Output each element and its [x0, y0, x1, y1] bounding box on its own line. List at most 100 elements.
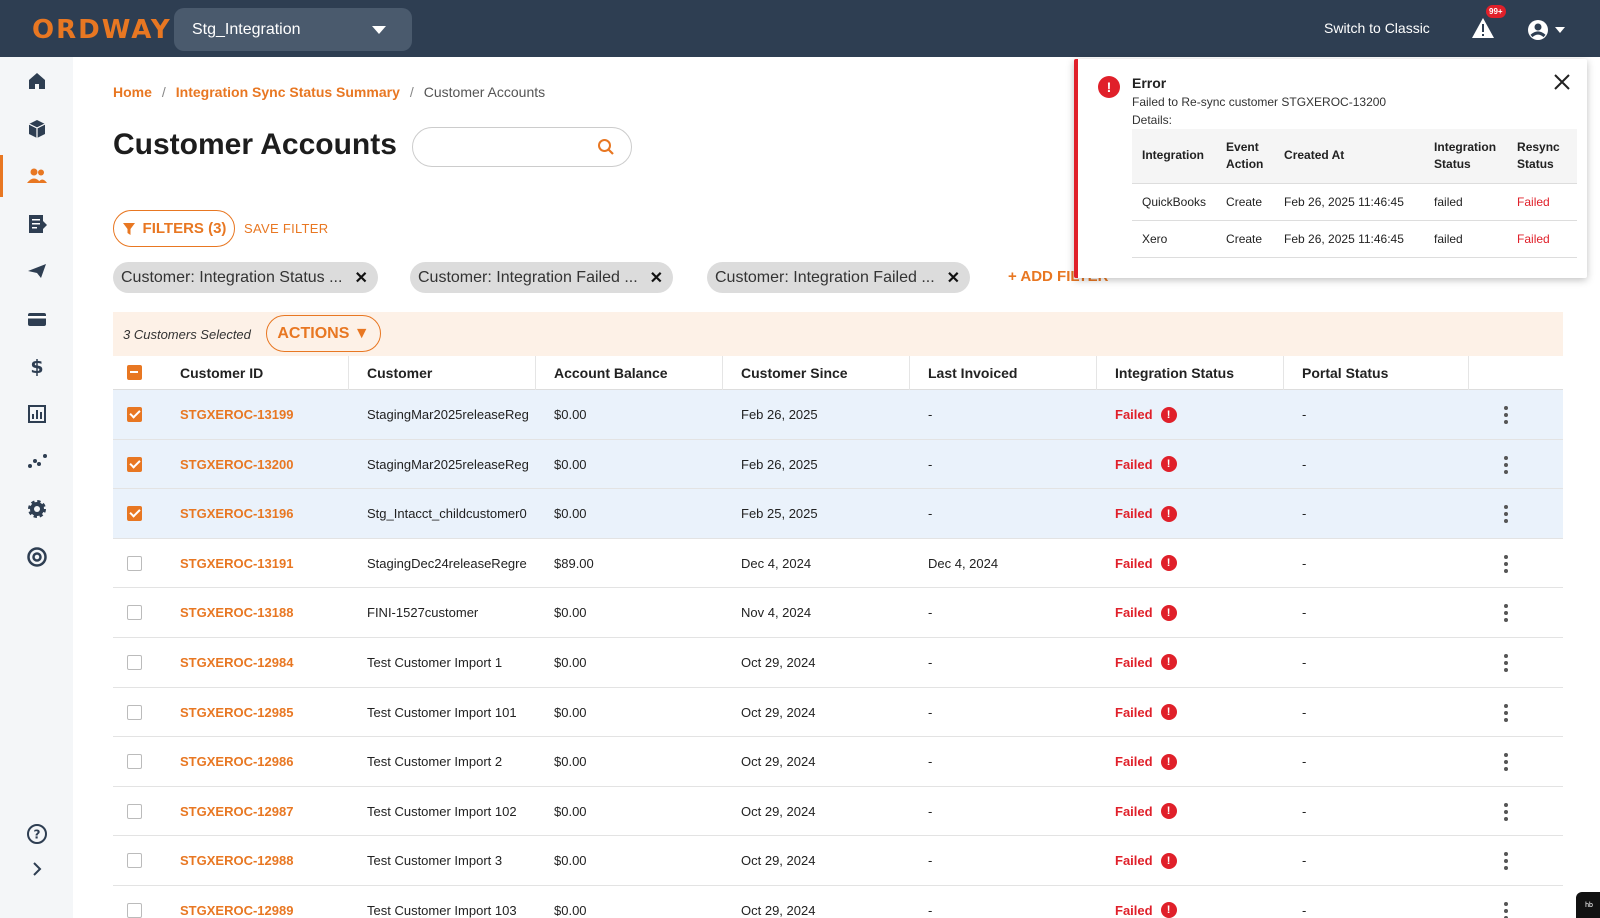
filter-chip[interactable]: Customer: Integration Failed ... ✕ [410, 262, 674, 293]
table-row[interactable]: STGXEROC-12986 Test Customer Import 2 $0.0… [113, 737, 1563, 787]
error-icon[interactable]: ! [1160, 803, 1177, 820]
error-icon[interactable]: ! [1160, 604, 1177, 621]
row-checkbox[interactable] [127, 605, 142, 621]
help-widget-button[interactable]: hb [1576, 892, 1600, 918]
table-row[interactable]: STGXEROC-13199 StagingMar2025releaseReg $0… [113, 390, 1563, 440]
more-options-icon[interactable] [1503, 653, 1509, 672]
search-input[interactable] [427, 137, 587, 153]
table-row[interactable]: STGXEROC-12984 Test Customer Import 1 $0.0… [113, 638, 1563, 688]
customer-id-link[interactable]: STGXEROC-12989 [162, 886, 349, 918]
customer-id-link[interactable]: STGXEROC-12986 [162, 737, 349, 786]
table-row[interactable]: STGXEROC-13200 StagingMar2025releaseReg $0… [113, 439, 1563, 490]
row-checkbox[interactable] [127, 555, 142, 571]
row-checkbox[interactable] [127, 654, 142, 670]
search-icon[interactable] [597, 138, 615, 156]
sidebar-item-products[interactable] [0, 108, 73, 150]
customer-id-link[interactable]: STGXEROC-12985 [162, 688, 349, 737]
filter-chip[interactable]: Customer: Integration Failed ... ✕ [707, 262, 971, 293]
error-icon[interactable]: ! [1160, 654, 1177, 671]
portal-status-text: - [1302, 704, 1307, 720]
more-options-icon[interactable] [1503, 455, 1509, 474]
error-icon[interactable]: ! [1160, 852, 1177, 869]
actions-button[interactable]: ACTIONS ▼ [266, 315, 381, 352]
close-icon[interactable]: ✕ [650, 268, 663, 288]
more-options-icon[interactable] [1503, 852, 1509, 871]
sidebar-item-send[interactable] [0, 250, 73, 292]
customer-id-link[interactable]: STGXEROC-12988 [162, 836, 349, 885]
sidebar-item-customers[interactable] [0, 155, 73, 197]
more-options-icon[interactable] [1503, 604, 1509, 623]
breadcrumb-sync-summary[interactable]: Integration Sync Status Summary [176, 84, 400, 100]
error-icon[interactable]: ! [1160, 902, 1177, 918]
row-checkbox[interactable] [127, 803, 142, 819]
integration-status: Failed! [1097, 539, 1284, 588]
sidebar-item-revenue[interactable]: $ [0, 345, 73, 387]
table-row[interactable]: STGXEROC-13191 StagingDec24releaseRegre $8… [113, 539, 1563, 589]
customer-id-link[interactable]: STGXEROC-13200 [162, 440, 349, 489]
more-options-icon[interactable] [1503, 901, 1509, 918]
sidebar-item-reports[interactable] [0, 393, 73, 435]
column-header-account-balance[interactable]: Account Balance [536, 356, 723, 390]
environment-select[interactable]: Stg_Integration [174, 8, 412, 51]
close-icon[interactable]: ✕ [354, 268, 367, 288]
error-icon[interactable]: ! [1160, 753, 1177, 770]
customer-id-link[interactable]: STGXEROC-13191 [162, 539, 349, 588]
customer-id-link[interactable]: STGXEROC-13188 [162, 588, 349, 637]
error-icon[interactable]: ! [1160, 505, 1177, 522]
error-icon[interactable]: ! [1160, 555, 1177, 572]
row-checkbox[interactable] [127, 902, 142, 918]
sidebar-item-analytics[interactable] [0, 440, 73, 482]
column-header-customer-id[interactable]: Customer ID [162, 356, 349, 390]
error-icon[interactable]: ! [1160, 456, 1177, 473]
row-checkbox[interactable] [127, 704, 142, 720]
table-row[interactable]: STGXEROC-12985 Test Customer Import 101 $0… [113, 688, 1563, 738]
column-header-portal-status[interactable]: Portal Status [1284, 356, 1469, 390]
column-header-last-invoiced[interactable]: Last Invoiced [910, 356, 1097, 390]
more-options-icon[interactable] [1503, 505, 1509, 524]
row-checkbox[interactable] [127, 407, 142, 422]
ordway-logo[interactable]: ORDWAY [32, 15, 172, 45]
more-options-icon[interactable] [1503, 703, 1509, 722]
customer-id-link[interactable]: STGXEROC-13199 [162, 390, 349, 439]
more-options-icon[interactable] [1503, 753, 1509, 772]
customer-id-link[interactable]: STGXEROC-12984 [162, 638, 349, 687]
switch-to-classic-link[interactable]: Switch to Classic [1324, 20, 1430, 36]
row-checkbox[interactable] [127, 754, 142, 770]
last-invoiced-text: - [928, 704, 933, 720]
more-options-icon[interactable] [1503, 554, 1509, 573]
more-options-icon[interactable] [1503, 802, 1509, 821]
column-header-integration-status[interactable]: Integration Status [1097, 356, 1284, 390]
sidebar-item-home[interactable] [0, 60, 73, 102]
table-row[interactable]: STGXEROC-13188 FINI-1527customer $0.00 Nov … [113, 588, 1563, 638]
customer-id-link[interactable]: STGXEROC-13196 [162, 489, 349, 538]
table-row[interactable]: STGXEROC-12987 Test Customer Import 102 $0… [113, 787, 1563, 837]
sidebar-item-support[interactable] [0, 536, 73, 578]
column-header-customer-since[interactable]: Customer Since [723, 356, 910, 390]
close-icon[interactable]: ✕ [947, 268, 960, 288]
sidebar-expand-button[interactable] [0, 848, 73, 890]
row-checkbox[interactable] [127, 506, 142, 522]
close-icon[interactable] [1553, 73, 1571, 91]
error-icon[interactable]: ! [1160, 406, 1177, 423]
row-checkbox[interactable] [127, 456, 142, 472]
save-filter-button[interactable]: SAVE FILTER [244, 221, 328, 236]
table-row[interactable]: STGXEROC-12988 Test Customer Import 3 $0.0… [113, 836, 1563, 886]
sidebar-item-payments[interactable] [0, 298, 73, 340]
column-header-customer[interactable]: Customer [349, 356, 536, 390]
sidebar-item-billing[interactable] [0, 203, 73, 245]
select-all-checkbox[interactable] [127, 365, 142, 380]
user-menu[interactable] [1527, 18, 1571, 42]
sidebar-item-settings[interactable] [0, 488, 73, 530]
filter-chip[interactable]: Customer: Integration Status ... ✕ [113, 262, 378, 293]
breadcrumb-home[interactable]: Home [113, 84, 152, 100]
row-checkbox[interactable] [127, 853, 142, 869]
customer-id-link-text: STGXEROC-13196 [180, 506, 294, 522]
warning-icon[interactable] [1471, 17, 1495, 39]
error-icon[interactable]: ! [1160, 704, 1177, 721]
more-options-icon[interactable] [1503, 406, 1509, 424]
account-balance-text: $0.00 [554, 605, 587, 621]
table-row[interactable]: STGXEROC-12989 Test Customer Import 103 $0… [113, 886, 1563, 918]
customer-id-link[interactable]: STGXEROC-12987 [162, 787, 349, 836]
filters-button[interactable]: FILTERS (3) [113, 210, 235, 247]
table-row[interactable]: STGXEROC-13196 Stg_Intacct_childcustomer0… [113, 489, 1563, 539]
